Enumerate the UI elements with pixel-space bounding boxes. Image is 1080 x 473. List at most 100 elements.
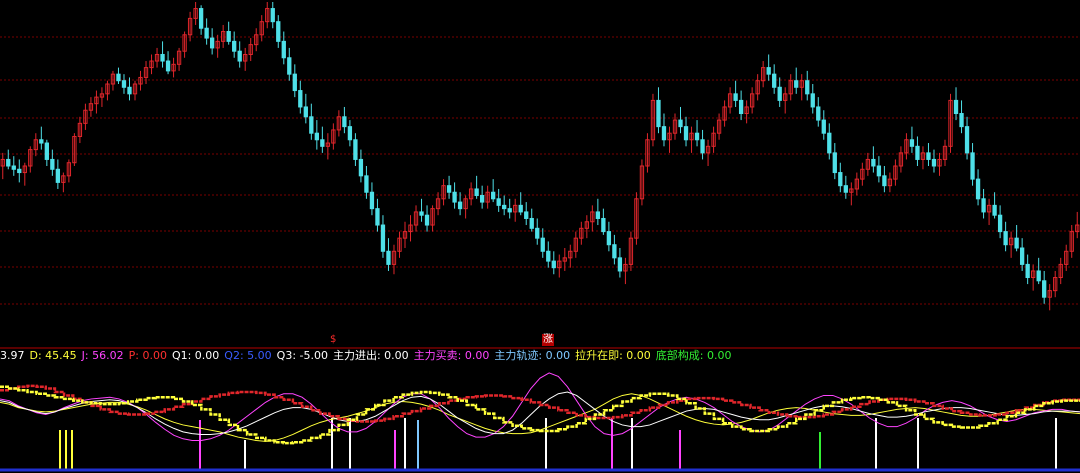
candle-147 — [810, 84, 815, 114]
candle-96 — [529, 208, 534, 232]
candle-body — [347, 126, 353, 141]
candle-77 — [424, 205, 430, 232]
candle-76 — [419, 198, 424, 222]
candle-body — [507, 208, 512, 213]
candle-145 — [799, 74, 804, 101]
candle-180 — [992, 192, 997, 219]
candle-19 — [105, 80, 110, 101]
candle-body — [838, 172, 843, 187]
candle-body — [209, 37, 215, 49]
candle-body — [479, 195, 485, 203]
candle-body — [281, 40, 286, 59]
candle-body — [386, 250, 391, 265]
candle-92 — [507, 198, 512, 219]
candle-157 — [865, 152, 871, 176]
candle-body — [772, 73, 777, 88]
candle-131 — [722, 100, 727, 127]
candle-112 — [617, 248, 623, 278]
candle-82 — [452, 182, 457, 209]
candle-152 — [838, 162, 843, 193]
candle-151 — [832, 143, 837, 180]
legend-main_trade: 主力买卖: 0.00 — [413, 349, 490, 362]
candle-83 — [457, 192, 463, 216]
candle-55 — [303, 93, 308, 124]
candle-172 — [948, 93, 953, 153]
candle-149 — [821, 110, 826, 140]
candle-181 — [997, 205, 1003, 239]
signal-bars — [0, 418, 1080, 472]
candle-body — [964, 126, 970, 154]
candle-body — [237, 50, 242, 62]
candle-81 — [446, 175, 452, 199]
candle-body — [975, 178, 981, 200]
candle-body — [777, 86, 782, 101]
candle-body — [656, 99, 661, 128]
candle-body — [11, 165, 16, 170]
candle-156 — [860, 162, 865, 186]
candle-body — [794, 80, 799, 88]
candle-body — [127, 86, 132, 95]
candle-115 — [634, 192, 639, 245]
candle-70 — [386, 238, 391, 271]
candle-54 — [298, 80, 303, 114]
candle-body — [44, 142, 49, 160]
candle-146 — [805, 70, 810, 101]
candle-63 — [347, 120, 353, 147]
candle-body — [981, 198, 986, 213]
candle-158 — [871, 146, 876, 173]
candle-106 — [584, 215, 589, 239]
candle-body — [474, 188, 479, 197]
candle-80 — [441, 179, 446, 206]
candle-body — [160, 53, 165, 62]
candle-127 — [700, 129, 705, 160]
candle-43 — [237, 41, 242, 68]
legend-q1: Q1: 0.00 — [171, 349, 220, 362]
candle-94 — [518, 192, 523, 216]
candle-57 — [314, 120, 319, 150]
candle-body — [309, 116, 314, 134]
candle-138 — [761, 61, 766, 88]
candle-body — [298, 90, 303, 108]
signal-marker-0: $ — [330, 334, 337, 345]
candle-16 — [88, 97, 94, 117]
candle-56 — [309, 103, 314, 140]
candle-159 — [876, 156, 882, 183]
candle-body — [1042, 280, 1047, 298]
legend-d: D: 45.45 — [29, 349, 77, 362]
candle-body — [843, 185, 848, 193]
candle-body — [204, 27, 209, 39]
candle-65 — [358, 149, 364, 183]
candle-body — [926, 152, 931, 160]
candle-body — [380, 224, 386, 252]
candle-14 — [77, 116, 83, 144]
candle-28 — [154, 47, 160, 68]
candle-38 — [209, 28, 215, 55]
candle-body — [738, 99, 744, 115]
candle-122 — [672, 113, 678, 140]
candle-58 — [320, 126, 325, 153]
candle-body — [612, 244, 617, 259]
candle-0 — [0, 152, 5, 180]
candle-35 — [193, 2, 198, 25]
candle-body — [953, 99, 959, 115]
candle-40 — [221, 24, 226, 48]
legend-bottom: 底部构成: 0.00 — [655, 349, 732, 362]
candle-184 — [1014, 225, 1019, 252]
candle-61 — [336, 110, 342, 137]
candle-body — [683, 126, 689, 141]
candle-73 — [402, 221, 408, 248]
candle-192 — [1058, 257, 1063, 285]
candle-body — [353, 139, 358, 160]
candle-body — [369, 191, 375, 210]
candle-68 — [375, 198, 380, 232]
candle-121 — [667, 126, 672, 153]
candle-body — [39, 139, 44, 144]
candle-183 — [1008, 231, 1014, 258]
candle-51 — [281, 31, 286, 65]
candle-179 — [986, 198, 992, 226]
candle-188 — [1036, 257, 1041, 285]
candle-body — [457, 201, 463, 210]
candle-6 — [33, 133, 38, 157]
candle-160 — [882, 166, 887, 193]
candle-body — [524, 211, 529, 219]
